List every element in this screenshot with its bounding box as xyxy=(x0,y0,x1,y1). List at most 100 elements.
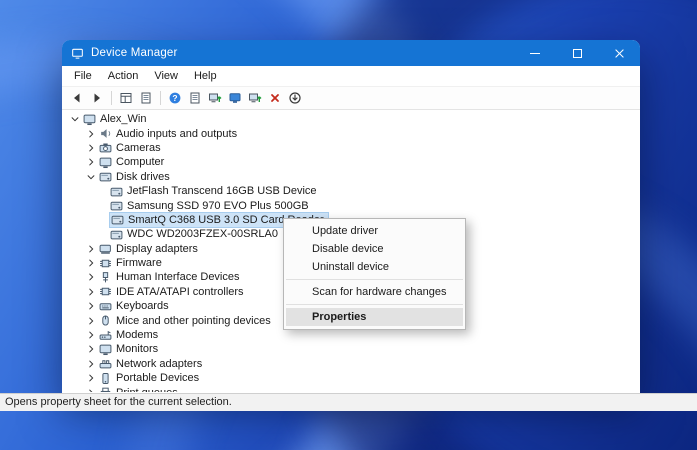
tree-item-label: Computer xyxy=(116,156,165,169)
menu-item-properties[interactable]: Properties xyxy=(286,308,463,326)
close-icon xyxy=(614,48,625,59)
export-list-icon[interactable] xyxy=(185,88,205,108)
menu-item-uninstall-device[interactable]: Uninstall device xyxy=(284,258,465,276)
uninstall-device-icon[interactable] xyxy=(265,88,285,108)
computer-view-icon[interactable] xyxy=(225,88,245,108)
computer-icon xyxy=(83,113,96,126)
minimize-button[interactable] xyxy=(514,40,556,66)
menu-help[interactable]: Help xyxy=(186,68,225,84)
chevron-right-icon[interactable] xyxy=(86,272,96,282)
title-bar[interactable]: Device Manager xyxy=(62,40,640,66)
chevron-right-icon[interactable] xyxy=(86,157,96,167)
tree-item-root[interactable]: Alex_Win xyxy=(62,112,640,126)
menu-item-scan-hardware-changes[interactable]: Scan for hardware changes xyxy=(284,283,465,301)
disk-icon xyxy=(110,185,123,198)
disk-icon xyxy=(110,199,123,212)
menu-item-update-driver[interactable]: Update driver xyxy=(284,222,465,240)
menu-bar: File Action View Help xyxy=(62,66,640,87)
chevron-down-icon[interactable] xyxy=(86,172,96,182)
menu-action[interactable]: Action xyxy=(100,68,147,84)
update-driver2-icon[interactable] xyxy=(245,88,265,108)
chevron-right-icon[interactable] xyxy=(86,344,96,354)
tree-item-label: Firmware xyxy=(116,257,162,270)
device-manager-icon xyxy=(71,47,84,60)
tree-item-audio[interactable]: Audio inputs and outputs xyxy=(62,126,640,140)
desktop: { "window": { "title": "Device Manager" … xyxy=(0,0,697,450)
status-bar: Opens property sheet for the current sel… xyxy=(0,393,697,411)
menu-item-disable-device[interactable]: Disable device xyxy=(284,240,465,258)
forward-icon[interactable] xyxy=(87,88,107,108)
chevron-right-icon[interactable] xyxy=(86,316,96,326)
tree-item-label: WDC WD2003FZEX-00SRLA0 xyxy=(127,228,278,241)
chevron-right-icon[interactable] xyxy=(86,373,96,383)
tree-item-cameras[interactable]: Cameras xyxy=(62,141,640,155)
tree-item-jetflash[interactable]: JetFlash Transcend 16GB USB Device xyxy=(62,184,640,198)
computer-icon xyxy=(99,156,112,169)
toolbar-separator xyxy=(160,91,161,105)
disk-icon xyxy=(99,170,112,183)
tree-item-label: Disk drives xyxy=(116,170,170,183)
chevron-right-icon[interactable] xyxy=(86,388,96,392)
help-icon[interactable] xyxy=(165,88,185,108)
tree-item-label: Monitors xyxy=(116,343,159,356)
status-text: Opens property sheet for the current sel… xyxy=(5,396,232,408)
tree-item-disk-drives[interactable]: Disk drives xyxy=(62,170,640,184)
menu-file[interactable]: File xyxy=(66,68,100,84)
tree-item-samsung-ssd[interactable]: Samsung SSD 970 EVO Plus 500GB xyxy=(62,198,640,212)
tree-item-portable-devices[interactable]: Portable Devices xyxy=(62,371,640,385)
printer-icon xyxy=(99,386,112,392)
tree-item-label: Alex_Win xyxy=(100,113,147,126)
menu-separator xyxy=(286,304,463,305)
properties-toolbar-icon[interactable] xyxy=(136,88,156,108)
camera-icon xyxy=(99,141,112,154)
chevron-right-icon[interactable] xyxy=(86,129,96,139)
monitor-icon xyxy=(99,343,112,356)
chip-icon xyxy=(99,257,112,270)
tree-item-computer[interactable]: Computer xyxy=(62,155,640,169)
chevron-right-icon[interactable] xyxy=(86,301,96,311)
controller-icon xyxy=(99,285,112,298)
tree-item-label: JetFlash Transcend 16GB USB Device xyxy=(127,185,317,198)
scan-hardware-icon[interactable] xyxy=(285,88,305,108)
tree-item-network-adapters[interactable]: Network adapters xyxy=(62,357,640,371)
menu-separator xyxy=(286,279,463,280)
back-icon[interactable] xyxy=(67,88,87,108)
chevron-down-icon[interactable] xyxy=(70,114,80,124)
tree-item-label: Network adapters xyxy=(116,357,203,370)
tree-item-label: Cameras xyxy=(116,141,161,154)
tree-item-label: Mice and other pointing devices xyxy=(116,314,271,327)
chevron-right-icon[interactable] xyxy=(86,244,96,254)
tree-item-label: Modems xyxy=(116,329,159,342)
tree-item-label: Samsung SSD 970 EVO Plus 500GB xyxy=(127,199,309,212)
update-driver-icon[interactable] xyxy=(205,88,225,108)
display-adapter-icon xyxy=(99,242,112,255)
usb-icon xyxy=(99,271,112,284)
chevron-right-icon[interactable] xyxy=(86,143,96,153)
tree-item-monitors[interactable]: Monitors xyxy=(62,342,640,356)
tree-item-print-queues[interactable]: Print queues xyxy=(62,385,640,392)
context-menu: Update driver Disable device Uninstall d… xyxy=(283,218,466,330)
chevron-right-icon[interactable] xyxy=(86,258,96,268)
tree-item-label: IDE ATA/ATAPI controllers xyxy=(116,285,244,298)
chevron-right-icon[interactable] xyxy=(86,330,96,340)
tree-item-label: Display adapters xyxy=(116,242,198,255)
tree-item-label: Human Interface Devices xyxy=(116,271,240,284)
maximize-button[interactable] xyxy=(556,40,598,66)
disk-icon xyxy=(111,213,124,226)
chevron-right-icon[interactable] xyxy=(86,287,96,297)
device-manager-window: Device Manager File Action View Help Ale… xyxy=(62,40,640,393)
minimize-icon xyxy=(530,52,540,54)
show-console-tree-icon[interactable] xyxy=(116,88,136,108)
tree-item-label: Keyboards xyxy=(116,300,169,313)
toolbar-separator xyxy=(111,91,112,105)
window-controls xyxy=(514,40,640,66)
menu-view[interactable]: View xyxy=(146,68,186,84)
network-icon xyxy=(99,357,112,370)
tree-item-label: Print queues xyxy=(116,386,178,392)
modem-icon xyxy=(99,329,112,342)
chevron-right-icon[interactable] xyxy=(86,359,96,369)
speaker-icon xyxy=(99,127,112,140)
close-button[interactable] xyxy=(598,40,640,66)
tree-item-modems[interactable]: Modems xyxy=(62,328,640,342)
maximize-icon xyxy=(572,48,582,58)
